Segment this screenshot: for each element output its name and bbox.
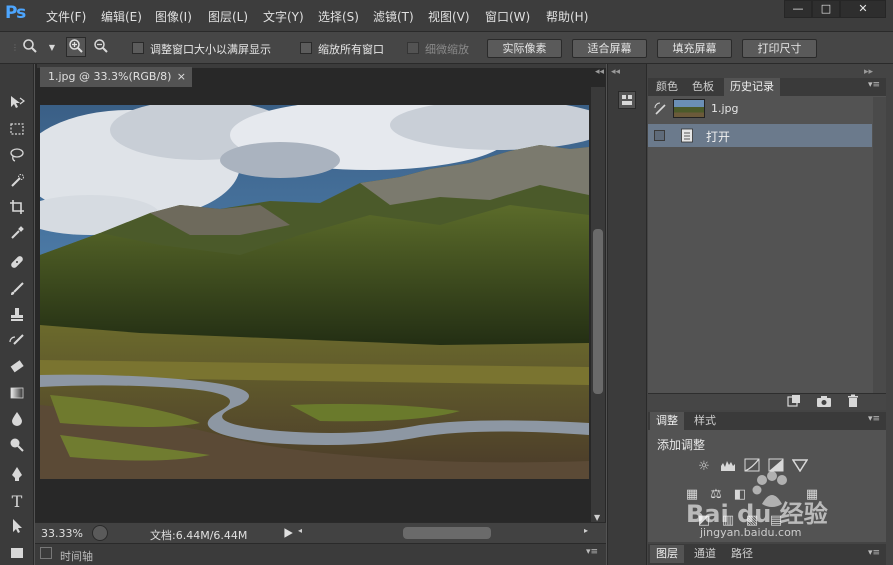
marquee-tool-icon[interactable] — [7, 121, 27, 141]
history-source-checkbox[interactable] — [654, 130, 665, 141]
zoom-tool-preset-icon[interactable] — [20, 38, 40, 58]
menu-select[interactable]: 选择(S) — [318, 8, 359, 25]
history-snapshot[interactable]: 1.jpg — [648, 97, 874, 121]
panel-menu-icon[interactable]: ▾≡ — [868, 80, 880, 90]
eyedropper-tool-icon[interactable] — [7, 225, 27, 245]
add-adjustment-title: 添加调整 — [657, 438, 706, 452]
maximize-button[interactable]: □ — [812, 0, 840, 18]
tab-paths[interactable]: 路径 — [725, 545, 759, 563]
watermark-url: jingyan.baidu.com — [700, 526, 802, 539]
resize-window-checkbox[interactable] — [132, 42, 144, 54]
trash-icon[interactable] — [846, 394, 860, 408]
history-state-open[interactable]: 打开 — [648, 124, 872, 147]
tab-history[interactable]: 历史记录 — [724, 78, 780, 96]
panel-menu-icon[interactable]: ▾≡ — [586, 547, 598, 557]
collapse-panel-icon[interactable]: ▸▸ — [864, 67, 873, 77]
zoom-all-windows-checkbox[interactable] — [300, 42, 312, 54]
baidu-watermark: Bai du 经验 jingyan.baidu.com — [680, 470, 840, 540]
document-size: 文档:6.44M/6.44M — [150, 529, 248, 542]
vertical-scroll-thumb[interactable] — [593, 229, 603, 394]
horizontal-scroll-thumb[interactable] — [403, 527, 491, 539]
menu-window[interactable]: 窗口(W) — [485, 8, 530, 25]
tab-styles[interactable]: 样式 — [688, 412, 722, 430]
tab-channels[interactable]: 通道 — [688, 545, 722, 563]
collapsed-dock — [607, 64, 647, 565]
watermark-text: Bai du 经验 — [686, 500, 828, 528]
eraser-tool-icon[interactable] — [7, 359, 27, 379]
menu-help[interactable]: 帮助(H) — [546, 8, 588, 25]
menu-view[interactable]: 视图(V) — [428, 8, 470, 25]
zoom-readout[interactable]: 33.33% — [41, 527, 83, 540]
zoom-all-windows-label: 缩放所有窗口 — [318, 43, 384, 56]
scroll-right-icon[interactable]: ▸ — [584, 526, 588, 535]
rectangle-tool-icon[interactable] — [7, 544, 27, 564]
tab-swatches[interactable]: 色板 — [686, 78, 720, 96]
panel-menu-icon[interactable]: ▾≡ — [868, 414, 880, 424]
blur-tool-icon[interactable] — [7, 411, 27, 431]
scrubby-zoom-label: 细微缩放 — [425, 43, 469, 56]
tab-color[interactable]: 颜色 — [650, 78, 684, 96]
fill-screen-button[interactable]: 填充屏幕 — [657, 39, 732, 58]
dodge-tool-icon[interactable] — [7, 437, 27, 457]
fit-screen-button[interactable]: 适合屏幕 — [572, 39, 647, 58]
document-tab-title: 1.jpg @ 33.3%(RGB/8) — [48, 70, 172, 83]
document-tab[interactable]: 1.jpg @ 33.3%(RGB/8) × — [40, 67, 192, 87]
timeline-grip-icon[interactable] — [40, 547, 52, 559]
menu-type[interactable]: 文字(Y) — [263, 8, 304, 25]
zoom-in-icon[interactable] — [66, 37, 86, 57]
panel-menu-icon[interactable]: ▾≡ — [868, 548, 880, 558]
brush-tool-icon[interactable] — [7, 281, 27, 301]
history-scrollbar[interactable] — [873, 97, 886, 393]
scroll-left-icon[interactable]: ◂ — [298, 526, 302, 535]
type-tool-icon[interactable]: T — [7, 492, 27, 512]
resize-window-label: 调整窗口大小以满屏显示 — [150, 43, 271, 56]
timeline-panel — [35, 543, 606, 565]
print-size-button[interactable]: 打印尺寸 — [742, 39, 817, 58]
snapshot-name: 1.jpg — [711, 102, 739, 115]
close-window-button[interactable]: ✕ — [840, 0, 886, 18]
info-icon[interactable] — [92, 525, 108, 541]
menu-layer[interactable]: 图层(L) — [208, 8, 248, 25]
tab-adjustments[interactable]: 调整 — [650, 412, 684, 430]
crop-tool-icon[interactable] — [7, 199, 27, 219]
menu-filter[interactable]: 滤镜(T) — [373, 8, 414, 25]
landscape-photo[interactable] — [40, 105, 589, 479]
brush-source-icon[interactable] — [654, 102, 668, 116]
snapshot-thumbnail — [673, 99, 705, 118]
pen-tool-icon[interactable] — [7, 466, 27, 486]
menu-edit[interactable]: 编辑(E) — [101, 8, 142, 25]
scroll-down-icon[interactable]: ▼ — [594, 513, 600, 522]
expand-dock-icon[interactable]: ◂◂ — [611, 67, 620, 77]
history-brush-tool-icon[interactable] — [7, 333, 27, 353]
move-tool-icon[interactable] — [7, 94, 27, 114]
healing-brush-tool-icon[interactable] — [7, 254, 27, 274]
tab-layers[interactable]: 图层 — [650, 545, 684, 563]
menu-image[interactable]: 图像(I) — [155, 8, 192, 25]
status-bar — [35, 522, 606, 543]
history-state-label: 打开 — [706, 130, 731, 144]
quick-selection-tool-icon[interactable] — [7, 173, 27, 193]
camera-snapshot-icon[interactable] — [816, 394, 832, 408]
photoshop-logo: Ps — [5, 3, 26, 23]
gradient-tool-icon[interactable] — [7, 385, 27, 405]
new-document-from-state-icon[interactable] — [786, 394, 802, 408]
path-selection-tool-icon[interactable] — [7, 518, 27, 538]
actual-pixels-button[interactable]: 实际像素 — [487, 39, 562, 58]
timeline-label[interactable]: 时间轴 — [60, 548, 93, 564]
document-icon — [680, 128, 694, 143]
menu-file[interactable]: 文件(F) — [46, 8, 86, 25]
chevron-down-icon[interactable]: ▼ — [42, 38, 62, 58]
properties-icon[interactable] — [618, 91, 636, 109]
close-icon[interactable]: × — [177, 67, 186, 87]
lasso-tool-icon[interactable] — [7, 147, 27, 167]
collapse-arrows-icon[interactable]: ◂◂ — [595, 67, 604, 77]
clone-stamp-tool-icon[interactable] — [7, 307, 27, 327]
zoom-out-icon[interactable] — [91, 38, 111, 58]
scrubby-zoom-checkbox[interactable] — [407, 42, 419, 54]
minimize-button[interactable]: — — [784, 0, 812, 18]
